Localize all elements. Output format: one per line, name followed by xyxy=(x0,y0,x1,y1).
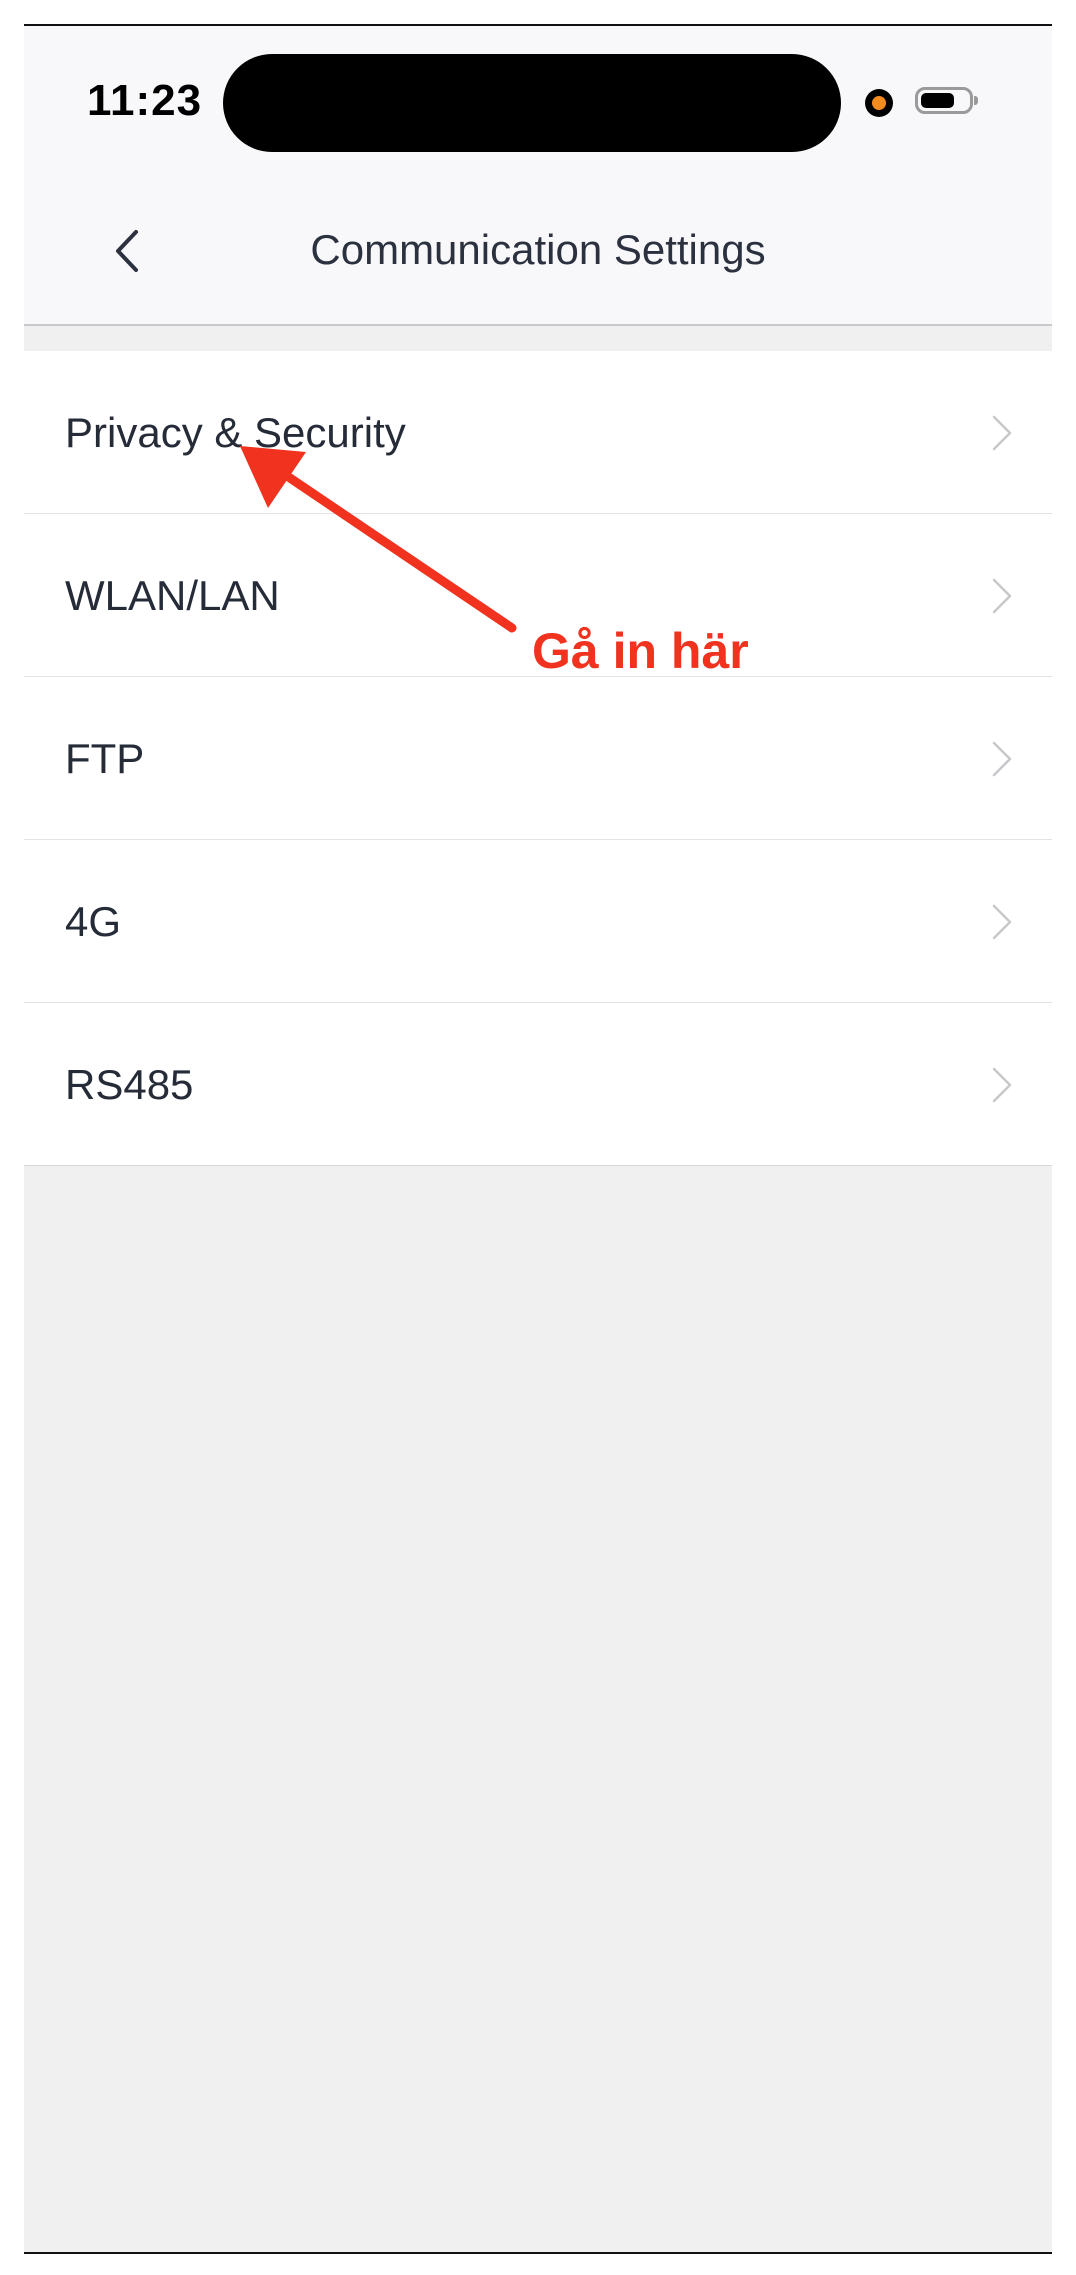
settings-list: Privacy & Security WLAN/LAN FTP 4G RS485 xyxy=(24,351,1052,1166)
settings-item-label: 4G xyxy=(65,898,122,945)
settings-item-label: FTP xyxy=(65,735,145,782)
settings-item-ftp[interactable]: FTP xyxy=(24,677,1052,840)
settings-item-label: RS485 xyxy=(65,1061,194,1108)
settings-item-4g[interactable]: 4G xyxy=(24,840,1052,1003)
page-title: Communication Settings xyxy=(310,226,766,273)
settings-item-privacy-security[interactable]: Privacy & Security xyxy=(24,351,1052,514)
chevron-right-icon xyxy=(992,904,1012,940)
settings-item-rs485[interactable]: RS485 xyxy=(24,1003,1052,1166)
settings-item-label: WLAN/LAN xyxy=(65,572,280,619)
privacy-indicator-icon xyxy=(865,89,893,117)
battery-icon xyxy=(915,87,978,114)
settings-item-label: Privacy & Security xyxy=(65,409,406,456)
chevron-right-icon xyxy=(992,415,1012,451)
chevron-right-icon xyxy=(992,578,1012,614)
status-time: 11:23 xyxy=(87,76,203,125)
status-bar: 11:23 xyxy=(24,26,1052,176)
app-screen: 11:23 Communication Settings Privacy & S… xyxy=(24,24,1052,2254)
settings-item-wlan-lan[interactable]: WLAN/LAN xyxy=(24,514,1052,677)
chevron-right-icon xyxy=(992,1067,1012,1103)
navigation-bar: Communication Settings xyxy=(24,176,1052,326)
chevron-right-icon xyxy=(992,741,1012,777)
dynamic-island xyxy=(223,54,841,152)
